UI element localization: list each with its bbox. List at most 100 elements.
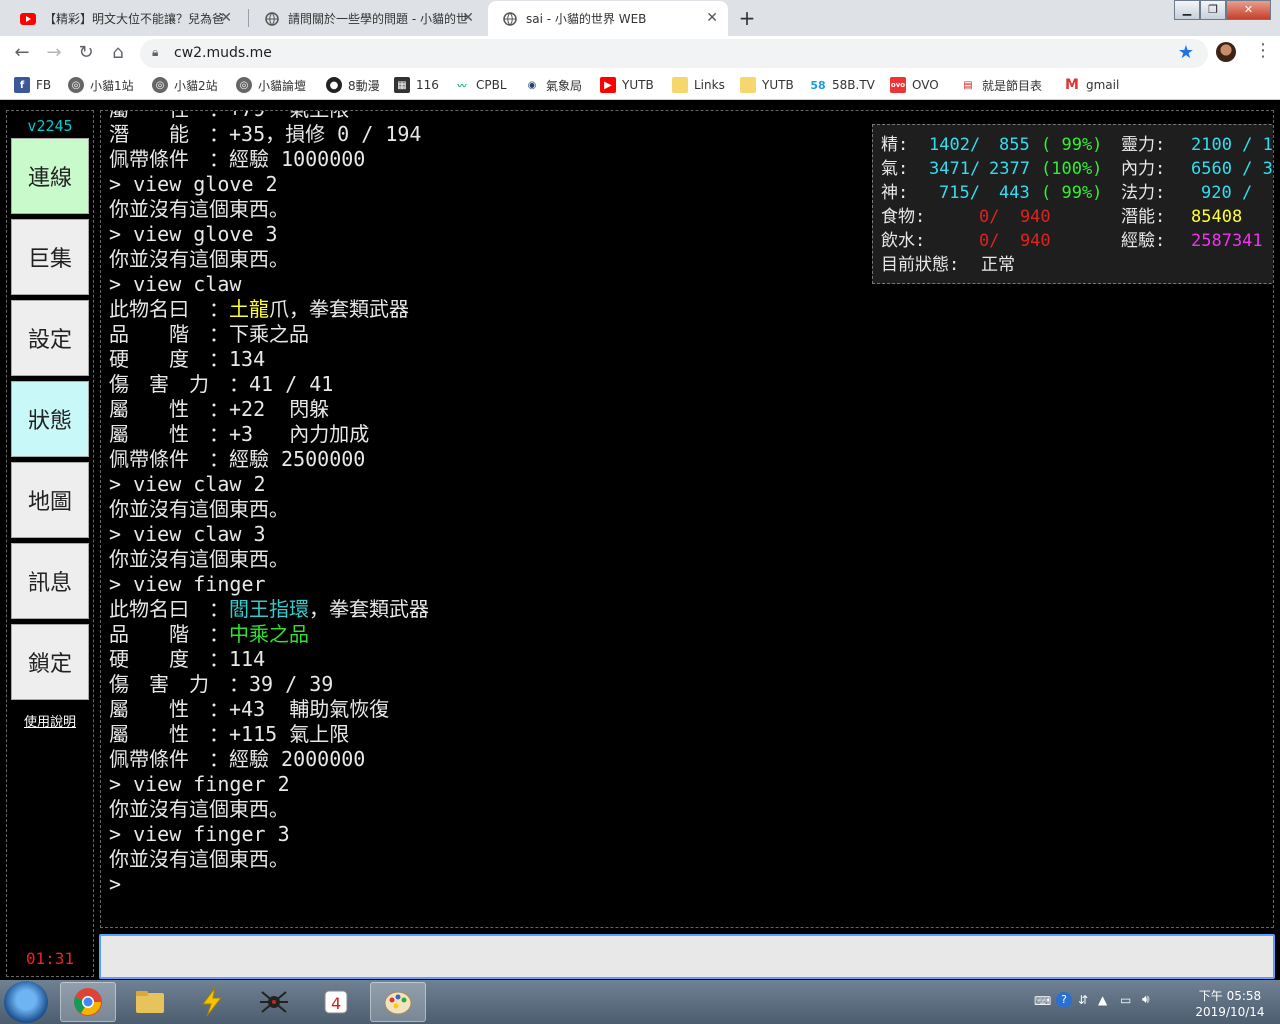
bookmark-tv-guide[interactable]: ▤ 就是節目表 [960,76,1042,94]
bookmark-label: 58B.TV [832,78,875,92]
neili-value: 6560 / 3090 (+10) [1191,159,1273,179]
terminal-text: 此物名曰 ： [109,597,229,621]
chrome-icon[interactable] [60,982,116,1022]
window-close-button[interactable]: ✕ [1226,0,1271,20]
back-arrow-icon[interactable]: ← [10,41,34,65]
shen-label: 神: [881,183,909,203]
help-link[interactable]: 使用說明 [7,711,93,730]
explorer-icon[interactable] [122,982,178,1022]
spider-icon[interactable] [246,982,302,1022]
bolt-icon[interactable] [184,982,240,1022]
bookmark-weather[interactable]: ◉ 氣象局 [524,76,582,94]
close-icon[interactable]: ✕ [462,10,474,26]
taskbar-clock[interactable]: 下午 05:58 2019/10/14 [1190,988,1270,1020]
tab-youtube[interactable]: 【精彩】明文大位不能讓？兒為爸 ✕ [6,1,242,36]
bookmark-label: 116 [416,78,439,92]
youtube-icon [20,11,36,27]
bookmark-8comic[interactable]: ● 8動漫 [326,76,380,94]
fali-label: 法力: [1121,183,1166,203]
maximize-button[interactable]: ❐ [1200,0,1226,20]
terminal-text: 硬 度 ：134 [109,347,266,371]
bookmark-forum[interactable]: ◎ 小貓論壇 [236,76,306,94]
minimize-button[interactable]: ▁ [1174,0,1200,20]
water-value: 0/ 940 [979,231,1051,251]
water-label: 飲水: [881,231,926,251]
jing-label: 精: [881,135,909,155]
tab-forum-question[interactable]: 請問關於一些學的問題 - 小貓的世 ✕ [250,1,484,36]
terminal-line: > view glove 2 [109,172,769,197]
close-icon[interactable]: ✕ [706,10,718,26]
bookmark-cat2[interactable]: ◎ 小貓2站 [152,76,218,94]
bookmark-58btv[interactable]: 58 58B.TV [810,76,875,94]
bookmark-folder-yutb[interactable]: YUTB [740,76,794,94]
svg-text:4: 4 [331,994,341,1013]
home-icon[interactable]: ⌂ [106,41,130,65]
address-bar[interactable]: 🔒︎ cw2.muds.me ★ [140,39,1208,68]
close-icon[interactable]: ✕ [220,10,232,26]
connect-button[interactable]: 連線 [11,138,89,214]
start-button[interactable] [4,981,48,1023]
cpbl-icon: 〰 [454,77,470,93]
terminal-text: 硬 度 ：114 [109,647,266,671]
command-input[interactable] [99,934,1275,979]
keyboard-icon[interactable]: ⌨ [1034,994,1051,1008]
help-icon[interactable]: ? [1056,992,1072,1008]
dice-icon[interactable]: 4 [308,982,364,1022]
bookmark-cpbl[interactable]: 〰 CPBL [454,76,507,94]
show-hidden-icons[interactable]: ▲ [1098,993,1107,1007]
messages-button[interactable]: 訊息 [11,543,89,619]
terminal-line: > view finger [109,572,769,597]
bookmark-ovo[interactable]: ovo OVO [890,76,939,94]
globe-icon: ◎ [236,77,252,93]
terminal-text: 品 階 ： [109,622,229,646]
forward-arrow-icon[interactable]: → [42,41,66,65]
bookmark-yutb[interactable]: ▶ YUTB [600,76,654,94]
bookmark-label: gmail [1086,78,1120,92]
ovo-icon: ovo [890,77,906,93]
terminal-text: 佩帶條件 ：經驗 2500000 [109,447,366,471]
macro-button[interactable]: 巨集 [11,219,89,295]
eye-icon: ◉ [524,77,540,93]
terminal-line: 屬 性 ：+43 輔助氣恢復 [109,697,769,722]
bookmark-gmail[interactable]: M gmail [1064,76,1119,94]
terminal-text: 屬 性 ：+115 氣上限 [109,722,350,746]
bookmark-cat1[interactable]: ◎ 小貓1站 [68,76,134,94]
terminal-text: 潛 能 ：+35，損修 0 / 194 [109,122,422,146]
tab-separator [248,9,249,27]
bookmarks-bar: f FB ◎ 小貓1站 ◎ 小貓2站 ◎ 小貓論壇 ● 8動漫 ▦ 116 〰 … [0,70,1280,100]
monitor-icon[interactable]: ▭ [1120,993,1131,1007]
settings-button[interactable]: 設定 [11,300,89,376]
profile-avatar[interactable] [1216,42,1236,62]
terminal-text: > view finger [109,572,266,596]
terminal-text: 你並沒有這個東西。 [109,247,289,271]
bookmark-label: 8動漫 [348,78,380,93]
network-icon[interactable]: ⇵ [1078,993,1088,1007]
potential-label: 潛能: [1121,207,1166,227]
new-tab-button[interactable]: + [734,5,760,31]
bookmark-label: 就是節目表 [982,78,1043,93]
jing-current: 1402/ [929,135,981,155]
terminal-line: 此物名曰 ：土龍爪，拳套類武器 [109,297,769,322]
bookmark-folder-links[interactable]: Links [672,76,725,94]
lingli-label: 靈力: [1121,135,1166,155]
terminal-line: 傷 害 力 ：41 / 41 [109,372,769,397]
terminal-text: > view claw 2 [109,472,266,496]
volume-icon[interactable]: 🔊︎ [1142,992,1150,1007]
lingli-value: 2100 / 1050 (+0) [1191,135,1273,155]
bookmark-label: YUTB [622,78,654,92]
tab-sai-web[interactable]: sai - 小貓的世界 WEB ✕ [488,1,728,36]
bookmark-fb[interactable]: f FB [14,76,51,94]
terminal-text: 屬 性 ：+22 閃躲 [109,397,330,421]
bookmark-star-icon[interactable]: ★ [1178,42,1194,63]
bookmark-116[interactable]: ▦ 116 [394,76,439,94]
menu-icon[interactable]: ⋮ [1254,40,1272,61]
reload-icon[interactable]: ↻ [74,41,98,65]
paint-icon[interactable] [370,982,426,1022]
terminal-text: > view claw [109,272,242,296]
lock-button[interactable]: 鎖定 [11,624,89,700]
qi-max: 2377 [989,159,1030,179]
state-label: 目前狀態: [881,255,960,275]
map-button[interactable]: 地圖 [11,462,89,538]
status-button[interactable]: 狀態 [11,381,89,457]
terminal-output[interactable]: 屬 性 ：+79 氣上限潛 能 ：+35，損修 0 / 194佩帶條件 ：經驗 … [100,110,1274,928]
